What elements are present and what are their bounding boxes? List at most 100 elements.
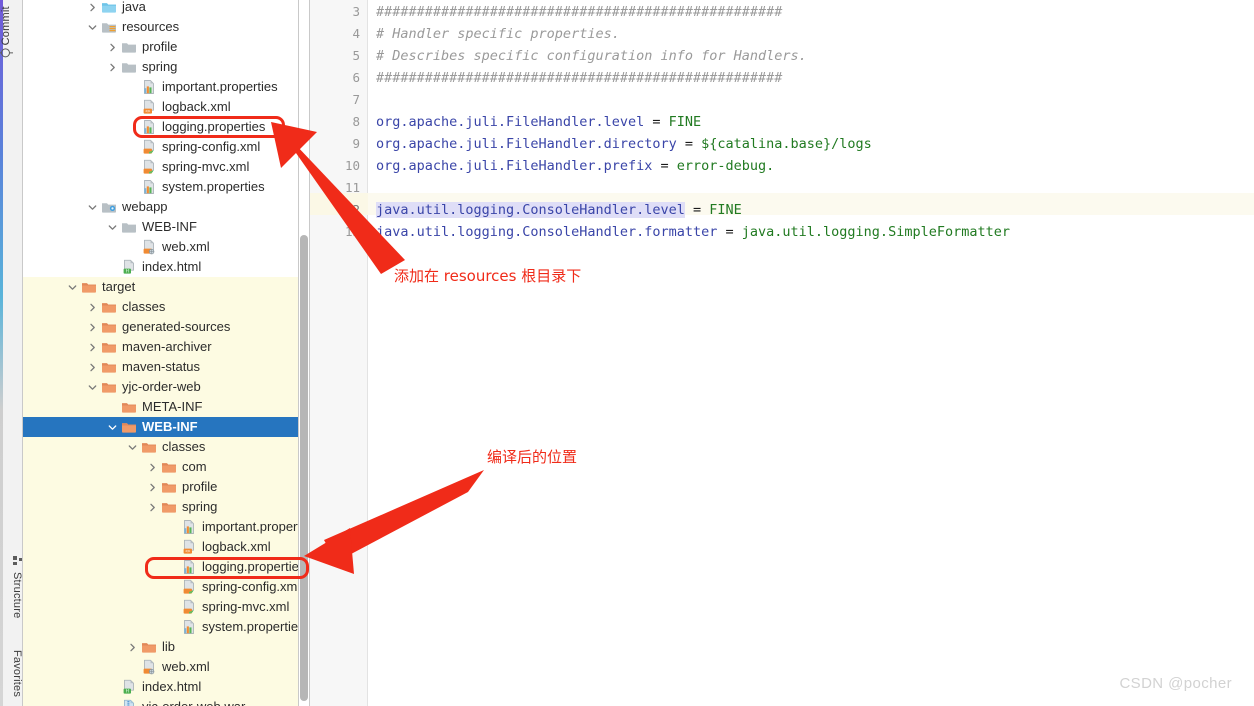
folder-webapp-icon xyxy=(101,199,117,215)
tree-item-web-inf[interactable]: WEB-INF xyxy=(23,417,299,437)
svg-text:<>: <> xyxy=(145,108,151,113)
tree-item-important-properties[interactable]: important.properties xyxy=(23,77,299,97)
commit-icon xyxy=(1,48,11,58)
tree-item-classes[interactable]: classes xyxy=(23,437,299,457)
tree-item-label: WEB-INF xyxy=(142,219,197,234)
tree-item-web-xml[interactable]: web.xml xyxy=(23,657,299,677)
tree-item-spring-config-xml[interactable]: spring-config.xml xyxy=(23,137,299,157)
tree-item-classes[interactable]: classes xyxy=(23,297,299,317)
tree-item-label: spring-mvc.xml xyxy=(202,599,290,614)
project-tree-panel[interactable]: java resources profile spring important.prop… xyxy=(23,0,299,706)
folder-orange-icon xyxy=(121,419,137,435)
code-line[interactable]: org.apache.juli.FileHandler.level = FINE xyxy=(376,111,701,133)
tree-item-web-inf[interactable]: WEB-INF xyxy=(23,217,299,237)
tree-item-label: logback.xml xyxy=(162,99,231,114)
code-token: = xyxy=(644,114,669,130)
chevron-down-icon[interactable] xyxy=(87,22,98,33)
code-line[interactable]: ########################################… xyxy=(376,67,782,89)
chevron-down-icon[interactable] xyxy=(127,442,138,453)
tree-item-spring-mvc-xml[interactable]: spring-mvc.xml xyxy=(23,157,299,177)
chevron-right-icon[interactable] xyxy=(107,62,118,73)
chevron-right-icon[interactable] xyxy=(147,462,158,473)
chevron-right-icon[interactable] xyxy=(87,322,98,333)
folder-orange-icon xyxy=(161,499,177,515)
chevron-down-icon[interactable] xyxy=(107,422,118,433)
tree-item-profile[interactable]: profile xyxy=(23,477,299,497)
code-line[interactable]: org.apache.juli.FileHandler.directory = … xyxy=(376,133,872,155)
tool-window-button-commit[interactable]: Commit xyxy=(0,6,23,61)
chevron-right-icon[interactable] xyxy=(87,302,98,313)
code-line[interactable]: # Describes specific configuration info … xyxy=(376,45,807,67)
code-line[interactable]: # Handler specific properties. xyxy=(376,23,620,45)
file-xml-web-icon xyxy=(141,659,157,675)
chevron-down-icon[interactable] xyxy=(87,382,98,393)
tree-item-spring-mvc-xml[interactable]: spring-mvc.xml xyxy=(23,597,299,617)
tree-item-label: generated-sources xyxy=(122,319,231,334)
tree-item-yjc-order-web[interactable]: yjc-order-web xyxy=(23,377,299,397)
tree-item-logback-xml[interactable]: <> logback.xml xyxy=(23,97,299,117)
code-token: FINE xyxy=(709,202,742,218)
tree-item-resources[interactable]: resources xyxy=(23,17,299,37)
tool-window-button-favorites[interactable]: Favorites xyxy=(0,650,23,697)
tree-item-spring[interactable]: spring xyxy=(23,57,299,77)
tree-item-logging-properties[interactable]: logging.properties xyxy=(23,117,299,137)
code-line[interactable]: java.util.logging.ConsoleHandler.level =… xyxy=(376,199,742,221)
tree-item-spring-config-xml[interactable]: spring-config.xml xyxy=(23,577,299,597)
tree-item-label: maven-archiver xyxy=(122,339,212,354)
code-line[interactable]: ########################################… xyxy=(376,1,782,23)
tree-item-com[interactable]: com xyxy=(23,457,299,477)
folder-gray-icon xyxy=(121,59,137,75)
tree-item-web-xml[interactable]: web.xml xyxy=(23,237,299,257)
line-number: 4 xyxy=(352,26,360,41)
tool-window-button-structure[interactable]: Structure xyxy=(0,556,23,619)
tree-item-target[interactable]: target xyxy=(23,277,299,297)
tree-item-logging-properties[interactable]: logging.properties xyxy=(23,557,299,577)
folder-orange-icon xyxy=(101,359,117,375)
chevron-right-icon[interactable] xyxy=(87,342,98,353)
chevron-right-icon[interactable] xyxy=(147,482,158,493)
chevron-down-icon[interactable] xyxy=(67,282,78,293)
chevron-down-icon[interactable] xyxy=(107,222,118,233)
tree-item-spring[interactable]: spring xyxy=(23,497,299,517)
tree-item-index-html[interactable]: Hindex.html xyxy=(23,677,299,697)
tree-item-label: system.properties xyxy=(162,179,265,194)
tree-item-system-properties[interactable]: system.properties xyxy=(23,617,299,637)
tree-item-java[interactable]: java xyxy=(23,0,299,17)
chevron-right-icon[interactable] xyxy=(87,2,98,13)
file-html-icon: H xyxy=(121,679,137,695)
code-line[interactable]: org.apache.juli.FileHandler.prefix = err… xyxy=(376,155,774,177)
tree-item-label: META-INF xyxy=(142,399,203,414)
tree-item-yjc-order-web-war[interactable]: yjc-order-web.war xyxy=(23,697,299,706)
tree-item-index-html[interactable]: Hindex.html xyxy=(23,257,299,277)
tree-vertical-scrollbar[interactable] xyxy=(300,235,308,701)
tree-item-webapp[interactable]: webapp xyxy=(23,197,299,217)
chevron-right-icon[interactable] xyxy=(147,502,158,513)
tree-item-lib[interactable]: lib xyxy=(23,637,299,657)
line-number: 5 xyxy=(352,48,360,63)
tree-item-label: spring xyxy=(142,59,178,74)
code-token: java.util.logging.ConsoleHandler.formatt… xyxy=(376,224,718,240)
tree-item-profile[interactable]: profile xyxy=(23,37,299,57)
code-line[interactable]: java.util.logging.ConsoleHandler.formatt… xyxy=(376,221,1010,243)
tree-item-system-properties[interactable]: system.properties xyxy=(23,177,299,197)
chevron-down-icon[interactable] xyxy=(87,202,98,213)
tree-item-generated-sources[interactable]: generated-sources xyxy=(23,317,299,337)
chevron-right-icon[interactable] xyxy=(87,362,98,373)
chevron-right-icon[interactable] xyxy=(127,642,138,653)
code-token: # Describes specific configuration info … xyxy=(376,48,807,64)
line-number: 10 xyxy=(344,158,360,173)
tree-item-maven-archiver[interactable]: maven-archiver xyxy=(23,337,299,357)
tree-item-meta-inf[interactable]: META-INF xyxy=(23,397,299,417)
line-number: 12 xyxy=(344,202,360,217)
chevron-right-icon[interactable] xyxy=(107,42,118,53)
tree-item-maven-status[interactable]: maven-status xyxy=(23,357,299,377)
tree-item-label: profile xyxy=(142,39,178,54)
tree-item-label: index.html xyxy=(142,259,202,274)
code-token: FINE xyxy=(668,114,702,130)
tree-item-important-properties[interactable]: important.properties xyxy=(23,517,299,537)
tree-item-logback-xml[interactable]: <> logback.xml xyxy=(23,537,299,557)
tree-item-label: maven-status xyxy=(122,359,201,374)
line-number: 9 xyxy=(352,136,360,151)
code-editor[interactable]: 3 4 5 6 7 8 9 10 11 12 13 ########################… xyxy=(310,0,1254,706)
editor-gutter[interactable]: 3 4 5 6 7 8 9 10 11 12 13 xyxy=(310,0,368,706)
